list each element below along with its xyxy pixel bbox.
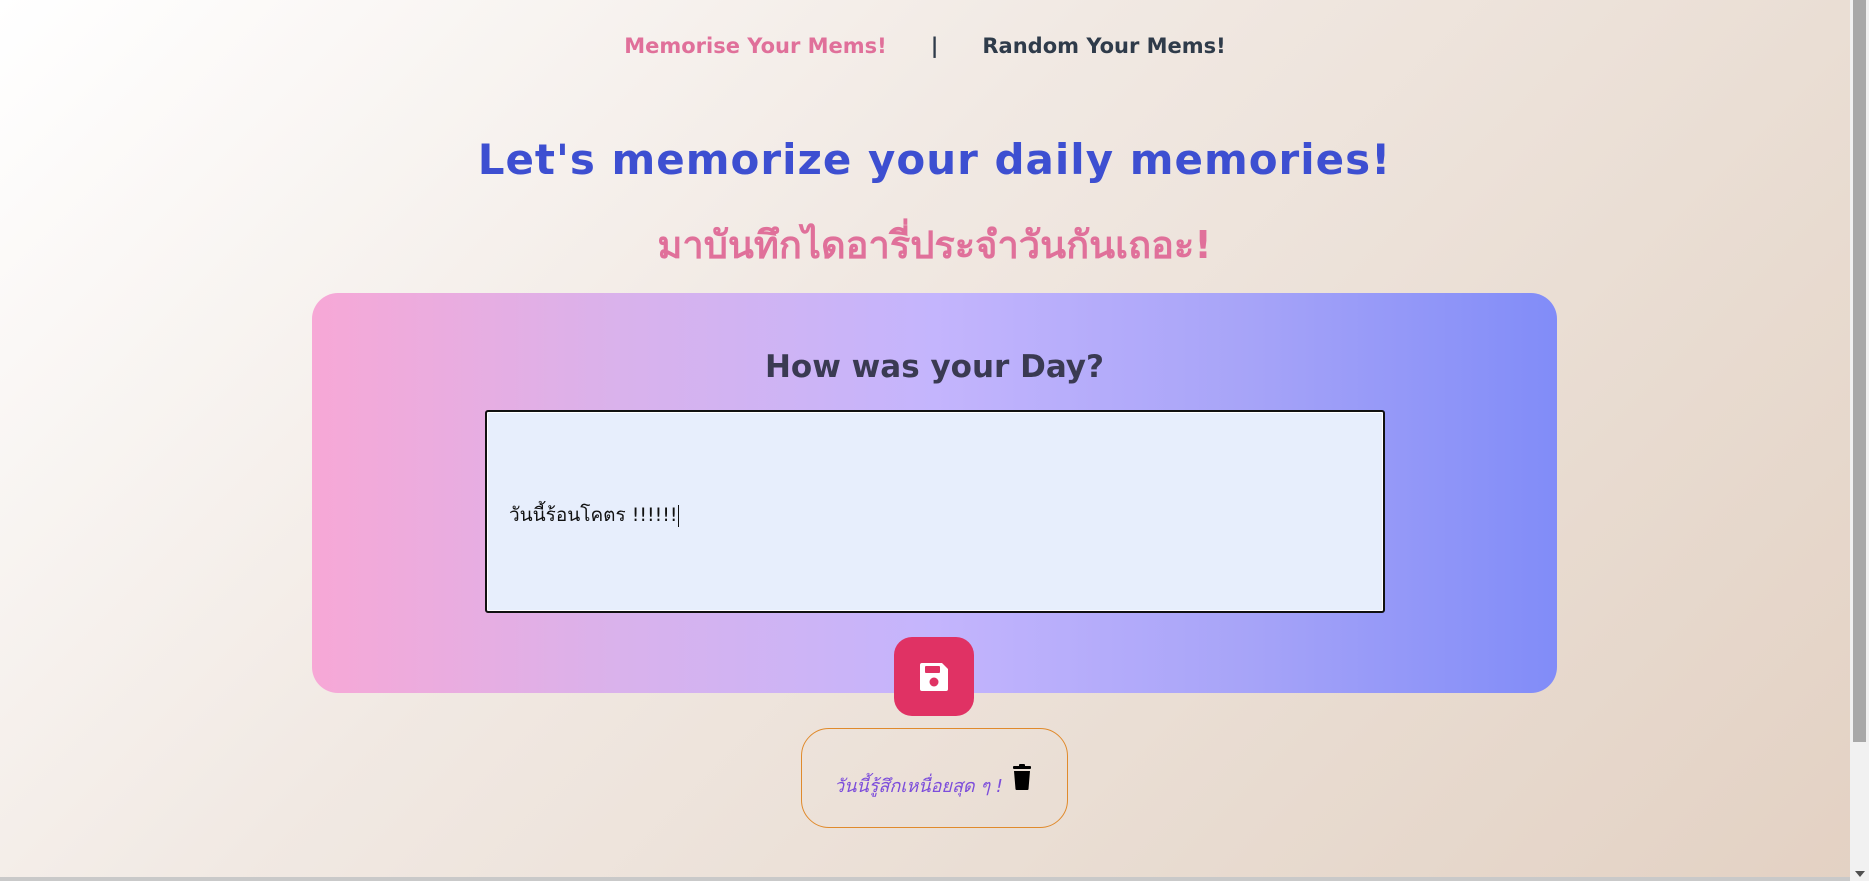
memory-entry-text: วันนี้รู้สึกเหนื่อยสุด ๆ ! — [834, 776, 1003, 797]
scrollbar-thumb[interactable] — [1853, 0, 1866, 742]
page-title: Let's memorize your daily memories! — [477, 135, 1392, 184]
diary-textarea[interactable]: วันนี้ร้อนโคตร !!!!!! — [485, 410, 1385, 613]
horizontal-scrollbar[interactable] — [0, 877, 1850, 881]
floppy-disk-icon — [920, 662, 948, 691]
nav-link-random[interactable]: Random Your Mems! — [982, 34, 1225, 58]
card-heading: How was your Day? — [764, 349, 1105, 385]
diary-card: How was your Day? วันนี้ร้อนโคตร !!!!!! — [312, 293, 1557, 693]
scroll-down-arrow-icon[interactable] — [1855, 871, 1865, 877]
text-caret — [678, 504, 680, 527]
save-button[interactable] — [894, 637, 974, 716]
vertical-scrollbar[interactable] — [1850, 0, 1869, 881]
page-subtitle-thai: มาบันทึกไดอารี่ประจำวันกันเถอะ! — [657, 223, 1212, 267]
nav-link-memorise[interactable]: Memorise Your Mems! — [624, 34, 886, 58]
trash-icon[interactable] — [1011, 764, 1033, 790]
diary-text-value: วันนี้ร้อนโคตร !!!!!! — [509, 504, 680, 527]
nav-separator: | — [930, 34, 939, 58]
memory-entry: วันนี้รู้สึกเหนื่อยสุด ๆ ! — [801, 728, 1068, 828]
top-nav: Memorise Your Mems! | Random Your Mems! — [0, 34, 1850, 58]
